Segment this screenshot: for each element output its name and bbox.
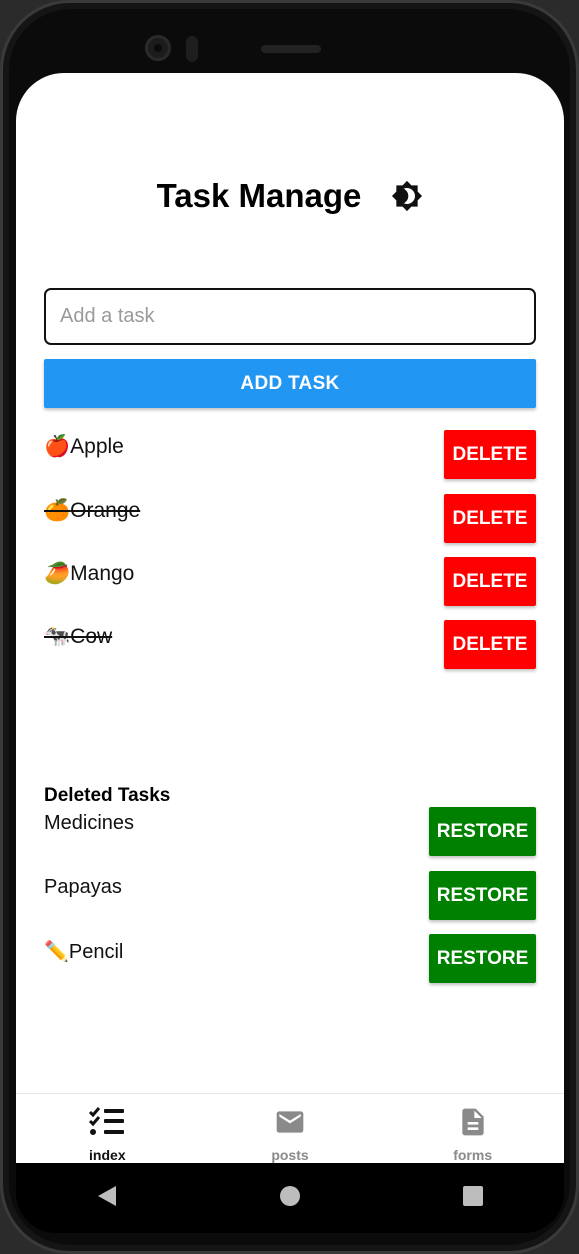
task-emoji: 🍊 [44,499,71,522]
task-emoji: 🥭 [44,562,71,585]
restore-button[interactable]: RESTORE [429,807,536,856]
proximity-sensor [186,36,198,62]
task-row: 🍎Apple DELETE [44,430,536,480]
tab-index[interactable]: index [16,1094,199,1163]
system-navigation-bar [16,1163,564,1233]
tab-label: posts [271,1147,309,1163]
page-title: Task Manage [156,177,362,214]
task-row: 🥭Mango DELETE [44,557,536,607]
tab-label: index [89,1147,126,1163]
task-row: 🐄Cow DELETE [44,620,536,670]
task-emoji: 🐄 [44,625,71,648]
task-label: 🍎Apple [44,435,124,459]
tab-forms[interactable]: forms [381,1094,564,1163]
earpiece-speaker [261,45,321,53]
task-emoji: 🍎 [44,435,71,458]
front-camera [145,35,171,61]
brightness-icon[interactable] [391,180,423,212]
task-text: Cow [70,625,113,648]
deleted-task-row: Medicines RESTORE [44,807,536,857]
delete-button[interactable]: DELETE [444,494,536,543]
back-icon[interactable] [96,1184,118,1213]
task-label[interactable]: 🥭Mango [44,562,134,586]
deleted-task-row: ✏️Pencil RESTORE [44,934,536,984]
task-label[interactable]: 🐄Cow [44,625,112,649]
delete-button[interactable]: DELETE [444,430,536,479]
deleted-task-label: ✏️Pencil [44,941,124,963]
tab-label: forms [453,1147,493,1163]
home-icon[interactable] [279,1185,301,1212]
restore-button[interactable]: RESTORE [429,934,536,983]
deleted-task-label: Papayas [44,876,122,898]
task-text: Apple [70,435,124,458]
header: Task Manage [16,173,564,219]
bottom-tab-bar: index posts forms [16,1093,564,1163]
recents-icon[interactable] [462,1185,484,1212]
add-task-button[interactable]: ADD TASK [44,359,536,408]
task-input[interactable] [44,288,536,345]
deleted-task-label: Medicines [44,812,135,834]
task-text: Orange [70,499,141,522]
delete-button[interactable]: DELETE [444,620,536,669]
mail-icon [274,1106,306,1143]
tab-posts[interactable]: posts [199,1094,382,1163]
app-screen: Task Manage ADD TASK 🍎Apple DELETE 🍊Oran… [16,73,564,1163]
task-text: Mango [70,562,135,585]
deleted-task-row: Papayas RESTORE [44,871,536,921]
delete-button[interactable]: DELETE [444,557,536,606]
phone-frame: Task Manage ADD TASK 🍎Apple DELETE 🍊Oran… [0,0,579,1254]
deleted-tasks-heading: Deleted Tasks [44,785,171,806]
task-row: 🍊Orange DELETE [44,494,536,544]
restore-button[interactable]: RESTORE [429,871,536,920]
document-icon [457,1106,489,1143]
task-label[interactable]: 🍊Orange [44,499,140,523]
checklist-icon [88,1106,126,1143]
